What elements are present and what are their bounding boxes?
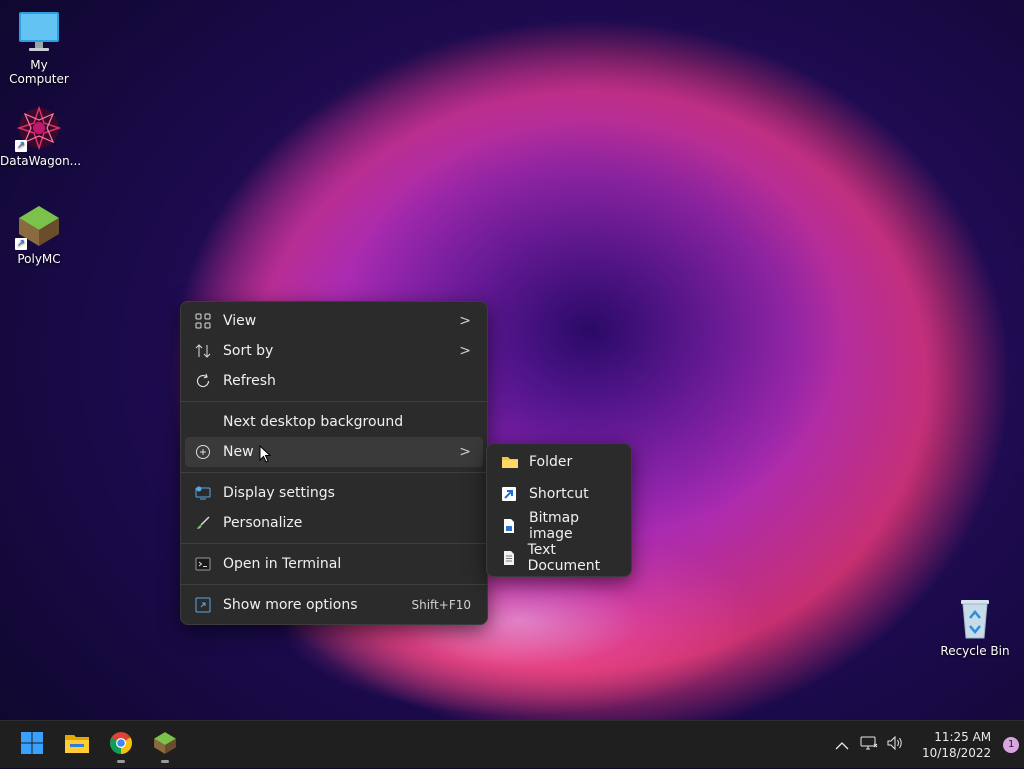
desktop-icon-datawagon[interactable]: ↗ DataWagon... (0, 105, 82, 168)
show-hidden-icons-button[interactable] (830, 736, 854, 755)
menu-separator (181, 401, 487, 402)
shortcut-icon (501, 486, 527, 502)
desktop[interactable]: My Computer ↗ DataWagon... ↗ PolyMC Recy… (0, 0, 1024, 720)
polymc-icon (153, 731, 177, 759)
desktop-icon-polymc[interactable]: ↗ PolyMC (0, 204, 78, 266)
running-indicator (161, 760, 169, 763)
menu-separator (181, 543, 487, 544)
menu-item-label: New (223, 444, 254, 460)
polymc-icon: ↗ (15, 204, 61, 250)
menu-item-display-settings[interactable]: Display settings (185, 478, 483, 508)
chevron-right-icon: > (459, 444, 471, 460)
submenu-item-folder[interactable]: Folder (491, 446, 627, 478)
menu-item-label: View (223, 313, 257, 329)
menu-item-view[interactable]: View > (185, 306, 483, 336)
menu-item-sort-by[interactable]: Sort by > (185, 336, 483, 366)
notification-badge[interactable]: 1 (1003, 737, 1020, 753)
bitmap-icon (501, 518, 527, 534)
desktop-icon-label: DataWagon... (0, 154, 82, 168)
shortcut-arrow-icon: ↗ (15, 140, 27, 152)
menu-item-next-desktop-background[interactable]: Next desktop background (185, 407, 483, 437)
datawagon-icon: ↗ (15, 105, 62, 152)
submenu-item-label: Folder (529, 454, 573, 470)
menu-item-label: Display settings (223, 485, 335, 501)
menu-item-new[interactable]: New > (185, 437, 483, 467)
menu-item-refresh[interactable]: Refresh (185, 366, 483, 396)
shortcut-hint: Shift+F10 (411, 598, 471, 612)
start-button[interactable] (14, 727, 50, 763)
clock-date: 10/18/2022 (922, 746, 992, 760)
submenu-item-shortcut[interactable]: Shortcut (491, 478, 627, 510)
plus-circle-icon (195, 444, 221, 460)
menu-separator (181, 472, 487, 473)
text-document-icon (501, 550, 526, 566)
network-icon[interactable] (860, 735, 878, 755)
mouse-cursor-icon (259, 444, 272, 467)
submenu-item-bitmap-image[interactable]: Bitmap image (491, 510, 627, 542)
menu-item-label: Show more options (223, 597, 358, 613)
system-tray: 11:25 AM 10/18/2022 1 (830, 721, 1020, 769)
terminal-icon (195, 556, 221, 572)
display-icon (195, 485, 221, 501)
menu-item-label: Refresh (223, 373, 276, 389)
menu-item-personalize[interactable]: Personalize (185, 508, 483, 538)
taskbar-file-explorer[interactable] (59, 727, 95, 763)
taskbar-chrome[interactable] (103, 727, 139, 763)
chevron-up-icon (835, 741, 849, 749)
start-icon (20, 731, 44, 759)
folder-icon (501, 454, 527, 470)
clock[interactable]: 11:25 AM 10/18/2022 (922, 729, 991, 761)
menu-item-label: Sort by (223, 343, 274, 359)
brush-icon (195, 515, 221, 531)
refresh-icon (195, 373, 221, 389)
running-indicator (117, 760, 125, 763)
menu-separator (181, 584, 487, 585)
menu-item-label: Open in Terminal (223, 556, 342, 572)
taskbar: 11:25 AM 10/18/2022 1 (0, 720, 1024, 768)
desktop-icon-label: My Computer (9, 58, 69, 86)
expand-icon (195, 597, 221, 613)
file-explorer-icon (64, 732, 90, 758)
menu-item-label: Personalize (223, 515, 303, 531)
desktop-icon-label: Recycle Bin (940, 644, 1010, 658)
menu-item-show-more-options[interactable]: Show more options Shift+F10 (185, 590, 483, 620)
new-submenu: Folder Shortcut Bitmap image Text Docume… (486, 443, 632, 577)
submenu-item-label: Shortcut (529, 486, 589, 502)
desktop-icon-my-computer[interactable]: My Computer (0, 10, 78, 86)
monitor-icon (17, 10, 61, 54)
taskbar-polymc[interactable] (147, 727, 183, 763)
recycle-bin-icon (953, 596, 997, 640)
menu-item-label: Next desktop background (223, 414, 404, 430)
desktop-icon-label: PolyMC (17, 252, 61, 266)
grid-icon (195, 313, 221, 329)
desktop-icon-recycle-bin[interactable]: Recycle Bin (936, 596, 1014, 658)
submenu-item-label: Bitmap image (528, 510, 580, 542)
sort-icon (195, 343, 221, 359)
menu-item-open-in-terminal[interactable]: Open in Terminal (185, 549, 483, 579)
submenu-item-label: Text Document (527, 542, 601, 574)
chevron-right-icon: > (459, 313, 471, 329)
chevron-right-icon: > (459, 343, 471, 359)
submenu-item-text-document[interactable]: Text Document (491, 542, 627, 574)
shortcut-arrow-icon: ↗ (15, 238, 27, 250)
volume-icon[interactable] (886, 735, 904, 755)
desktop-context-menu: View > Sort by > Refresh Next desktop ba… (180, 301, 488, 625)
clock-time: 11:25 AM (934, 730, 992, 744)
chrome-icon (109, 731, 133, 759)
